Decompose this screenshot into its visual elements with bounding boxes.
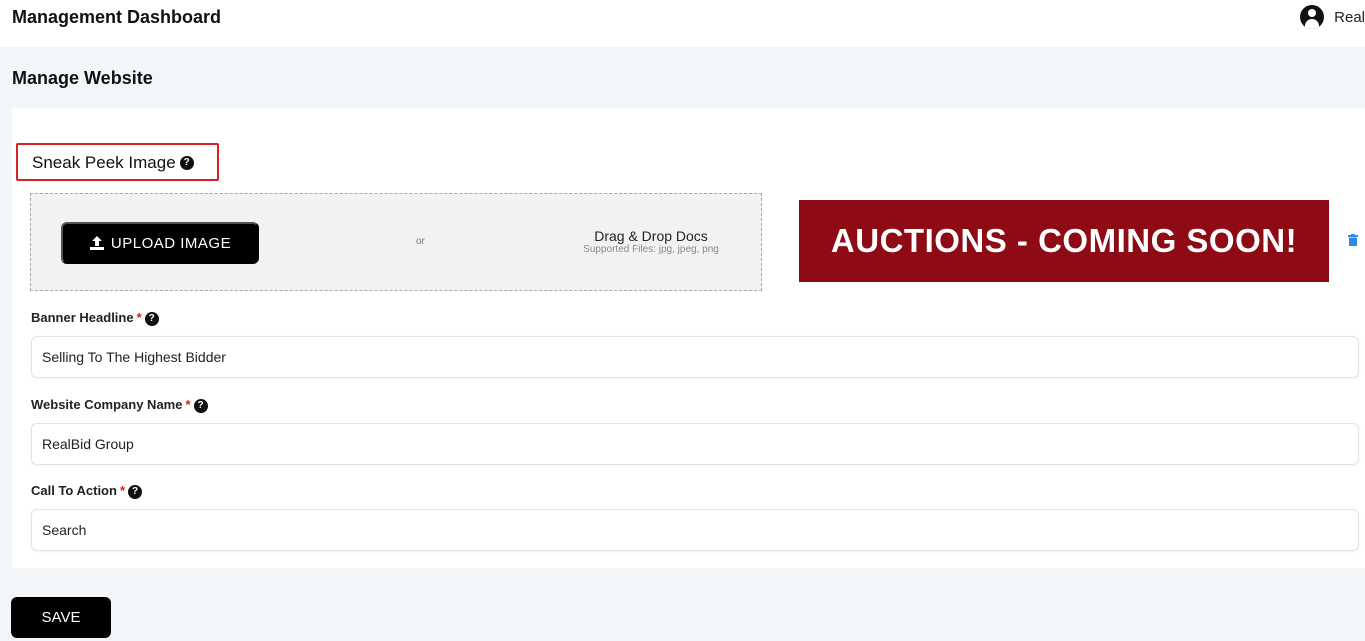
required-marker: * [136,310,142,325]
drag-drop-title: Drag & Drop Docs [594,228,708,244]
required-marker: * [119,483,126,498]
company-name-label: Website Company Name *? [31,396,208,413]
website-form-card: Sneak Peek Image ? UPLOAD IMAGE or Drag … [12,108,1365,568]
sneak-peek-preview-image: AUCTIONS - COMING SOON! [799,200,1329,282]
upload-image-button[interactable]: UPLOAD IMAGE [61,222,259,264]
field-label-text: Banner Headline [31,310,134,325]
call-to-action-label: Call To Action *? [31,482,143,499]
app-title: Management Dashboard [12,7,222,27]
drag-drop-info: Drag & Drop Docs Supported Files: jpg, j… [571,228,731,255]
field-label-text: Website Company Name [31,397,183,412]
save-button[interactable]: SAVE [11,597,111,638]
help-icon[interactable]: ? [179,156,194,170]
user-name: Real [1334,8,1365,26]
required-marker: * [185,397,191,412]
upload-icon [89,236,104,250]
call-to-action-input[interactable] [31,509,1359,551]
help-icon[interactable]: ? [144,312,159,326]
user-avatar-icon [1300,5,1325,29]
sneak-peek-label: Sneak Peek Image ? [16,143,219,181]
upload-image-label: UPLOAD IMAGE [110,234,232,252]
help-icon[interactable]: ? [128,485,143,499]
banner-headline-input[interactable] [31,336,1359,378]
banner-headline-label: Banner Headline *? [31,309,159,326]
top-header: Management Dashboard Real [0,0,1365,47]
delete-trash-icon[interactable] [1348,234,1358,246]
sneak-peek-label-text: Sneak Peek Image [32,153,176,172]
help-icon[interactable]: ? [193,399,208,413]
field-label-text: Call To Action [31,483,117,498]
company-name-input[interactable] [31,423,1359,465]
page-title: Manage Website [12,68,153,88]
image-dropzone[interactable]: UPLOAD IMAGE or Drag & Drop Docs Support… [30,193,762,291]
user-menu[interactable]: Real [1300,5,1365,29]
or-text: or [416,236,425,247]
supported-files: Supported Files: jpg, jpeg, png [583,244,719,255]
